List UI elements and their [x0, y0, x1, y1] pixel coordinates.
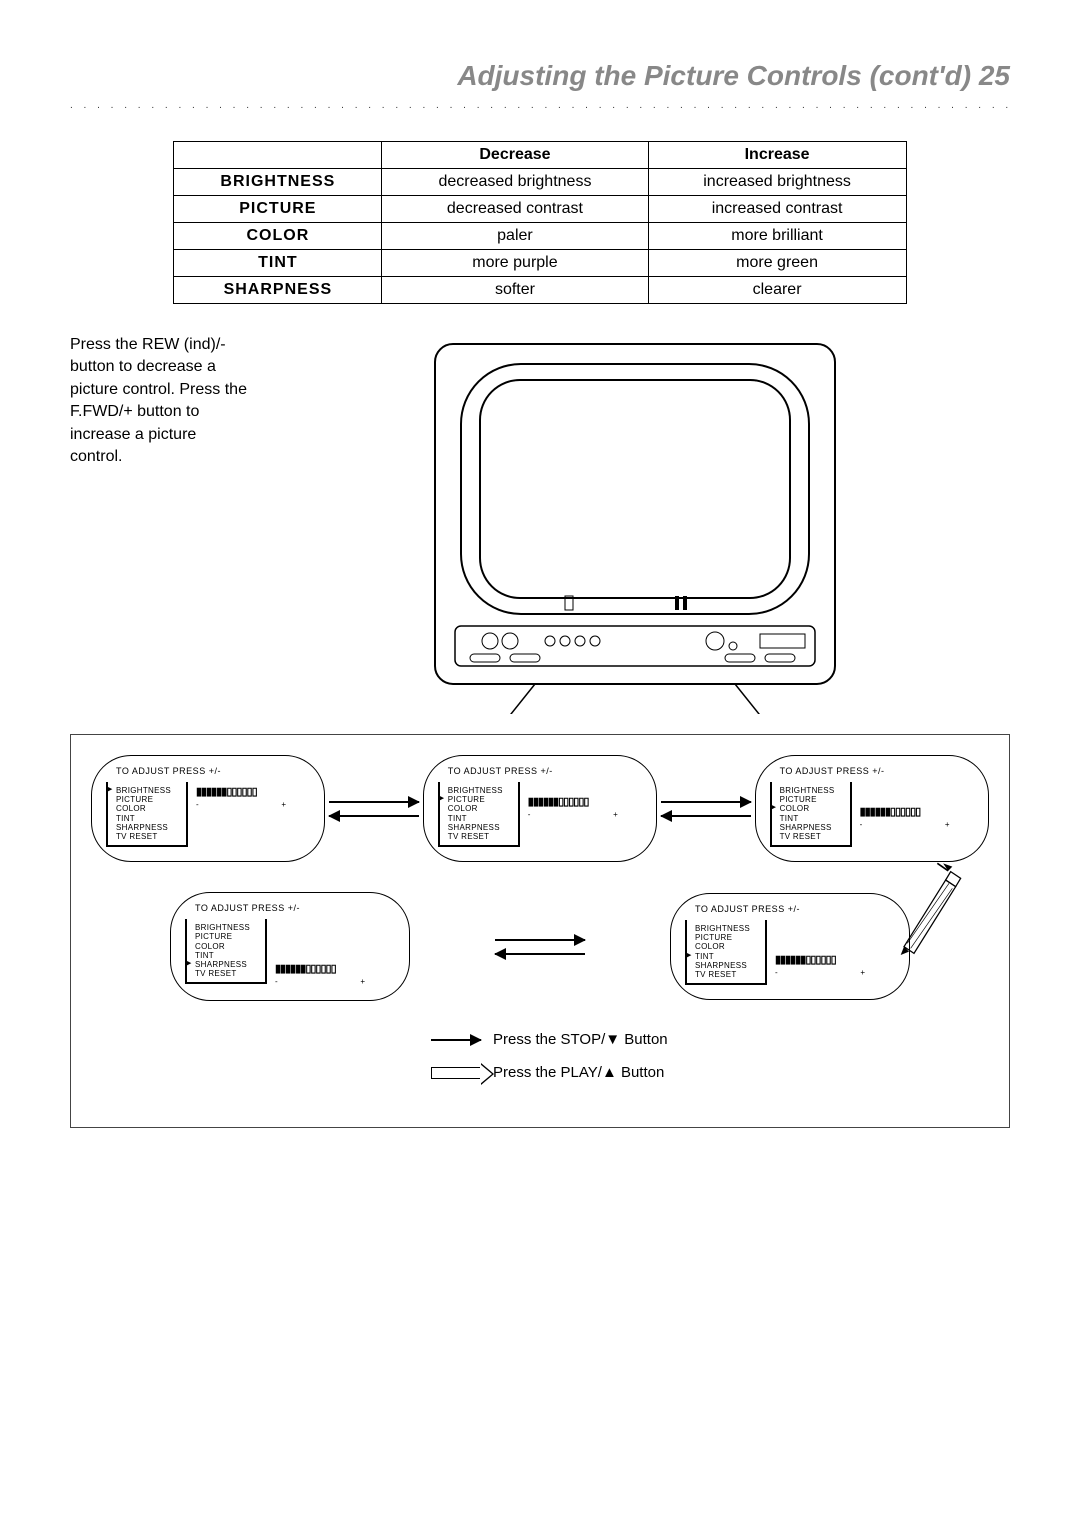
osd-screen-tint: TO ADJUST PRESS +/- BRIGHTNESS PICTURE C… — [670, 893, 910, 1000]
arrow-outline-icon — [431, 1067, 481, 1079]
table-row: TINT more purple more green — [174, 250, 906, 277]
arrow-right-icon — [661, 801, 751, 803]
arrow-solid-icon — [431, 1039, 481, 1041]
page-title: Adjusting the Picture Controls (cont'd) … — [70, 60, 1010, 92]
osd-flow-box: TO ADJUST PRESS +/- BRIGHTNESS PICTURE C… — [70, 734, 1010, 1128]
tv-icon — [415, 334, 855, 714]
controls-table: Decrease Increase BRIGHTNESS decreased b… — [173, 141, 906, 304]
table-row: BRIGHTNESS decreased brightness increase… — [174, 169, 906, 196]
th-decrease: Decrease — [382, 142, 648, 169]
arrow-left-icon — [329, 815, 419, 817]
th-blank — [174, 142, 382, 169]
legend-stop: Press the STOP/▼ Button — [493, 1031, 668, 1048]
arrow-right-icon — [329, 801, 419, 803]
osd-screen-sharpness: TO ADJUST PRESS +/- BRIGHTNESS PICTURE C… — [170, 892, 410, 1001]
osd-screen-picture: TO ADJUST PRESS +/- BRIGHTNESS PICTURE C… — [423, 755, 657, 862]
tv-illustration — [260, 334, 1010, 714]
pencil-icon — [889, 855, 969, 955]
arrow-left-icon — [661, 815, 751, 817]
arrow-left-icon — [495, 953, 585, 955]
legend-play: Press the PLAY/▲ Button — [493, 1064, 664, 1081]
arrow-right-icon — [495, 939, 585, 941]
table-row: COLOR paler more brilliant — [174, 223, 906, 250]
table-row: PICTURE decreased contrast increased con… — [174, 196, 906, 223]
th-increase: Increase — [648, 142, 906, 169]
divider-dots: . . . . . . . . . . . . . . . . . . . . … — [70, 100, 1010, 111]
osd-screen-brightness: TO ADJUST PRESS +/- BRIGHTNESS PICTURE C… — [91, 755, 325, 862]
table-row: SHARPNESS softer clearer — [174, 277, 906, 304]
instruction-text: Press the REW (ind)/- button to decrease… — [70, 334, 260, 468]
osd-screen-color: TO ADJUST PRESS +/- BRIGHTNESS PICTURE C… — [755, 755, 989, 862]
